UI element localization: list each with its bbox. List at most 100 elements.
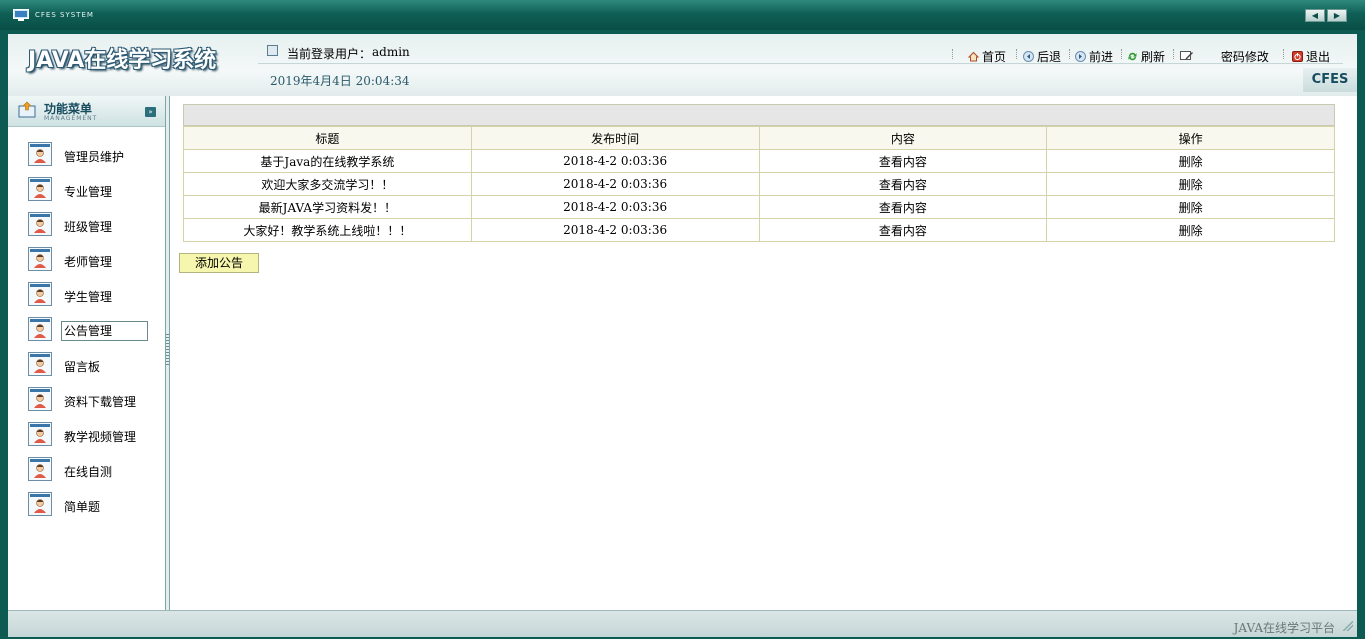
forward-arrow-icon <box>1075 51 1086 62</box>
sidebar-header: 功能菜单 MANAGEMENT » <box>8 96 165 127</box>
user-card-icon <box>28 177 52 201</box>
splitter-grip[interactable] <box>166 334 169 366</box>
brand-badge: CFES <box>1303 68 1357 92</box>
app-frame: JAVA在线学习系统 当前登录用户： admin 首页 后退 前进 刷新 密码修… <box>0 30 1365 639</box>
delete-link[interactable]: 删除 <box>1046 149 1335 173</box>
notice-title: 欢迎大家多交流学习！！ <box>183 172 472 196</box>
add-notice-button[interactable]: 添加公告 <box>179 253 259 273</box>
table-header-row: 标题 发布时间 内容 操作 <box>183 126 1335 150</box>
home-label: 首页 <box>982 50 1007 64</box>
view-content-link[interactable]: 查看内容 <box>758 149 1048 173</box>
home-link[interactable]: 首页 <box>968 48 1006 65</box>
sidebar-item-student[interactable]: 学生管理 <box>27 282 162 308</box>
separator <box>1283 49 1286 59</box>
current-user-label: 当前登录用户： <box>287 47 372 61</box>
status-bar: JAVA在线学习平台 <box>8 610 1357 637</box>
sidebar-item-message-board[interactable]: 留言板 <box>27 352 162 378</box>
logout-link[interactable]: 退出 <box>1292 48 1330 65</box>
user-card-icon <box>28 422 52 446</box>
sidebar-item-label: 老师管理 <box>64 255 113 269</box>
column-header-time: 发布时间 <box>470 126 760 150</box>
refresh-icon <box>1128 52 1137 61</box>
top-header: JAVA在线学习系统 当前登录用户： admin 首页 后退 前进 刷新 密码修… <box>8 34 1357 96</box>
app-logo: JAVA在线学习系统 <box>28 48 217 73</box>
sidebar-item-self-test[interactable]: 在线自测 <box>27 457 162 483</box>
edit-pencil-icon <box>1180 51 1193 60</box>
sidebar-item-videos[interactable]: 教学视频管理 <box>27 422 162 448</box>
password-link[interactable]: 密码修改 <box>1180 48 1269 65</box>
user-card-icon <box>28 352 52 376</box>
forward-link[interactable]: 前进 <box>1075 48 1113 65</box>
sidebar-item-label: 在线自测 <box>64 465 113 479</box>
column-header-title: 标题 <box>183 126 472 150</box>
window-next-button[interactable]: ▶ <box>1327 9 1347 22</box>
user-card-icon <box>28 247 52 271</box>
column-header-action: 操作 <box>1046 126 1335 150</box>
sidebar-item-label: 班级管理 <box>64 220 113 234</box>
user-card-icon <box>28 317 52 341</box>
sidebar-item-label: 学生管理 <box>64 290 113 304</box>
table-row: 基于Java的在线教学系统 2018-4-2 0:03:36 查看内容 删除 <box>183 149 1335 173</box>
sidebar-item-teacher[interactable]: 老师管理 <box>27 247 162 273</box>
view-content-link[interactable]: 查看内容 <box>758 195 1048 219</box>
separator <box>1121 49 1124 59</box>
collapse-menu-button[interactable]: » <box>145 107 156 117</box>
view-content-link[interactable]: 查看内容 <box>758 218 1048 242</box>
table-row: 大家好！教学系统上线啦！！！ 2018-4-2 0:03:36 查看内容 删除 <box>183 218 1335 242</box>
window-prev-button[interactable]: ◀ <box>1305 9 1325 22</box>
sidebar-item-label: 资料下载管理 <box>64 395 137 409</box>
resize-grip-icon[interactable] <box>1343 621 1353 631</box>
back-link[interactable]: 后退 <box>1023 48 1061 65</box>
user-card-icon <box>28 282 52 306</box>
sidebar-item-class[interactable]: 班级管理 <box>27 212 162 238</box>
refresh-link[interactable]: 刷新 <box>1127 48 1165 65</box>
refresh-label: 刷新 <box>1141 50 1166 64</box>
menu-folder-icon <box>18 101 36 118</box>
notice-time: 2018-4-2 0:03:36 <box>470 172 760 196</box>
separator <box>1069 49 1072 59</box>
main-content: 标题 发布时间 内容 操作 基于Java的在线教学系统 2018-4-2 0:0… <box>170 96 1357 610</box>
view-content-link[interactable]: 查看内容 <box>758 172 1048 196</box>
app-body: JAVA在线学习系统 当前登录用户： admin 首页 后退 前进 刷新 密码修… <box>8 34 1357 637</box>
sidebar-item-label: 留言板 <box>64 360 101 374</box>
sidebar-item-notice[interactable]: 公告管理 <box>27 317 162 343</box>
home-icon <box>968 51 979 62</box>
sidebar-item-downloads[interactable]: 资料下载管理 <box>27 387 162 413</box>
window-title-bar: CFES SYSTEM ◀ ▶ <box>0 0 1365 31</box>
forward-label: 前进 <box>1089 50 1114 64</box>
sidebar-item-label: 管理员维护 <box>64 150 125 164</box>
delete-link[interactable]: 删除 <box>1046 195 1335 219</box>
notice-table: 标题 发布时间 内容 操作 基于Java的在线教学系统 2018-4-2 0:0… <box>183 126 1335 242</box>
separator <box>1016 49 1019 59</box>
sidebar-item-short-questions[interactable]: 简单题 <box>27 492 162 518</box>
back-arrow-icon <box>1023 51 1034 62</box>
sidebar-subtitle: MANAGEMENT <box>44 115 98 122</box>
user-card-icon <box>28 492 52 516</box>
user-info-bar: 当前登录用户： admin 首页 后退 前进 刷新 密码修改 退出 <box>258 39 1343 64</box>
current-datetime: 2019年4月4日 20:04:34 <box>270 74 410 88</box>
table-toolbar <box>183 104 1335 126</box>
notice-title: 最新JAVA学习资料发！！ <box>183 195 472 219</box>
sidebar-item-admin[interactable]: 管理员维护 <box>27 142 162 168</box>
separator <box>952 49 955 59</box>
sidebar-item-label: 简单题 <box>64 500 101 514</box>
sidebar-item-label: 公告管理 <box>61 321 148 341</box>
footer-text: JAVA在线学习平台 <box>1233 621 1335 635</box>
sidebar-item-major[interactable]: 专业管理 <box>27 177 162 203</box>
monitor-icon <box>13 9 29 21</box>
user-card-icon <box>28 457 52 481</box>
back-label: 后退 <box>1037 50 1062 64</box>
notice-time: 2018-4-2 0:03:36 <box>470 218 760 242</box>
user-card-icon <box>28 142 52 166</box>
delete-link[interactable]: 删除 <box>1046 218 1335 242</box>
notice-title: 大家好！教学系统上线啦！！！ <box>183 218 472 242</box>
user-card-icon <box>28 387 52 411</box>
notice-title: 基于Java的在线教学系统 <box>183 149 472 173</box>
delete-link[interactable]: 删除 <box>1046 172 1335 196</box>
sidebar-item-label: 专业管理 <box>64 185 113 199</box>
separator <box>1173 49 1176 59</box>
sidebar-menu: 功能菜单 MANAGEMENT » 管理员维护 专业管理 班级管理 老师管理 学… <box>8 96 166 610</box>
column-header-content: 内容 <box>758 126 1048 150</box>
notice-time: 2018-4-2 0:03:36 <box>470 195 760 219</box>
logout-label: 退出 <box>1306 50 1331 64</box>
